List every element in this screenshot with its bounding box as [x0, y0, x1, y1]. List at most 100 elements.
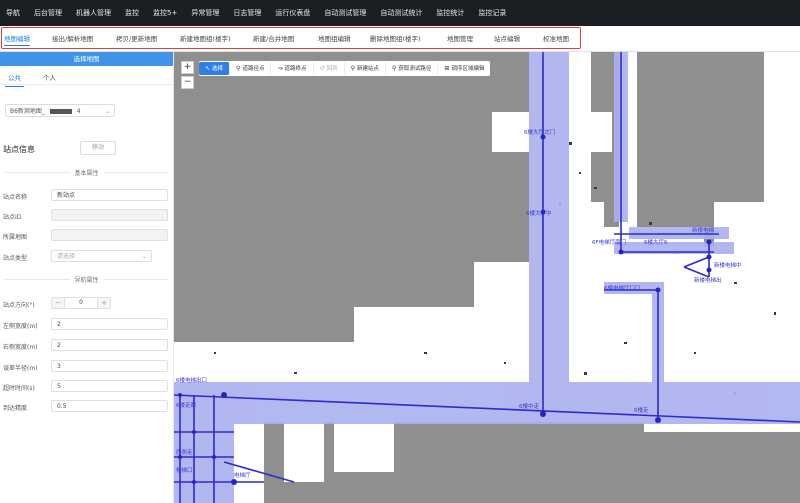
tab-merge-map[interactable]: 新建/合并地图 — [253, 33, 294, 43]
tool-label: 新建站点 — [356, 66, 379, 72]
tool-label: 选择 — [212, 66, 224, 72]
pin-icon: ⚲ — [236, 65, 241, 72]
map-label-0: 6楼大厅北门 — [524, 128, 555, 136]
tool-select[interactable]: ↖ 选择 — [199, 62, 231, 75]
path-icon: ↝ — [277, 65, 283, 72]
nav-item[interactable]: 机器人管理 — [76, 8, 111, 18]
nav-item[interactable]: 后台管理 — [34, 8, 62, 18]
tolerance-input[interactable]: 3 — [51, 360, 168, 372]
right-width-input[interactable]: 2 — [51, 339, 168, 351]
map-label-2: 6F电梯厅南门 — [592, 238, 626, 246]
basic-section-title: 基本属性 — [69, 168, 104, 177]
left-width-input[interactable]: 2 — [51, 318, 168, 330]
map-label-8: 新楼电梯中 — [714, 261, 742, 269]
tab-map-edit[interactable]: 地图编辑 — [4, 33, 30, 46]
redacted-text — [49, 109, 72, 114]
map-label-6: 新楼电梯出 — [694, 276, 722, 284]
direction-stepper[interactable]: − 0 + — [51, 297, 111, 309]
plus-icon[interactable]: + — [97, 298, 110, 308]
zoom-in-button[interactable]: + — [181, 61, 194, 74]
site-info-title: 站点信息 — [3, 145, 35, 154]
site-type-placeholder: 请选择 — [57, 253, 76, 260]
tab-site-edit[interactable]: 站点编辑 — [494, 33, 520, 43]
tool-get-test-path[interactable]: ⚲ 获取测试路径 — [386, 62, 439, 75]
site-type-select[interactable]: 请选择 ⌄ — [51, 250, 152, 262]
map-canvas[interactable]: 6楼大厅北门 6楼大厅中 6F电梯厅南门 6楼大厅6 新楼电梯 6楼电梯厅门口 … — [174, 52, 800, 503]
site-id-label: 站点ID — [3, 214, 22, 221]
tool-road-endpoint[interactable]: ↝ 道路终点 — [271, 62, 314, 75]
tab-export-map[interactable]: 接出/解析地图 — [52, 33, 93, 43]
map-label-4: 新楼电梯 — [692, 226, 715, 234]
tool-label: 获取测试路径 — [398, 66, 432, 72]
location-icon: ⚲ — [391, 65, 397, 72]
zoom-out-button[interactable]: − — [181, 76, 194, 89]
nav-item[interactable]: 自动测试统计 — [380, 8, 422, 18]
timeout-input[interactable]: 5 — [51, 380, 168, 392]
direction-value[interactable]: 0 — [64, 298, 98, 308]
panel-tabs: 公共 个人 — [0, 66, 173, 87]
right-width-label: 右侧宽度(m) — [3, 344, 38, 351]
tab-public[interactable]: 公共 — [5, 72, 24, 87]
map-function-tabs: 地图编辑 接出/解析地图 拷贝/更新地图 新建地图组(楼字) 新建/合并地图 地… — [0, 26, 800, 52]
tool-new-site[interactable]: ⚲ 新建站点 — [345, 62, 386, 75]
tab-delete-map-group[interactable]: 删除地图组(楼字) — [370, 33, 421, 43]
nav-item[interactable]: 监控记录 — [478, 8, 506, 18]
nav-section-title: 导航属性 — [69, 275, 104, 284]
map-label-9: 6楼中走 — [519, 402, 539, 410]
map-input — [51, 229, 168, 241]
map-drawing: 6楼大厅北门 6楼大厅中 6F电梯厅南门 6楼大厅6 新楼电梯 6楼电梯厅门口 … — [174, 52, 800, 503]
undo-icon: ↺ — [319, 65, 325, 72]
site-name-input[interactable]: 新站点 — [51, 189, 168, 201]
tool-undo[interactable]: ↺ 回到 — [314, 62, 345, 75]
site-id-input — [51, 209, 168, 221]
site-name-label: 站点名称 — [3, 194, 28, 201]
nav-item[interactable]: 监控 — [125, 8, 139, 18]
map-select[interactable]: B6新测地图_ 4 ⌄ — [5, 104, 115, 117]
site-panel: 选择地图 公共 个人 B6新测地图_ 4 ⌄ 站点信息 移动 基本属性 站点名称… — [0, 52, 174, 503]
map-select-value: B6新测地图_ — [10, 108, 45, 115]
map-label-1: 6楼大厅中 — [526, 209, 552, 217]
tab-new-map-group[interactable]: 新建地图组(楼字) — [180, 33, 231, 43]
map-label: 所属地图 — [3, 234, 28, 241]
tool-label: 道路径点 — [242, 66, 265, 72]
map-select-suffix: 4 — [76, 108, 81, 115]
tab-map-group-edit[interactable]: 地图组编辑 — [318, 33, 351, 43]
map-label-7: 6楼电梯出口 — [176, 376, 207, 384]
site-type-label: 站点类型 — [3, 255, 28, 262]
map-label-11: 6楼走廊 — [176, 401, 196, 409]
chevron-down-icon: ⌄ — [141, 253, 147, 260]
tab-calibrate-map[interactable]: 校准地图 — [543, 33, 569, 43]
tab-copy-map[interactable]: 拷贝/更新地图 — [116, 33, 157, 43]
panel-title: 选择地图 — [0, 52, 173, 66]
basic-section-divider: 基本属性 — [5, 168, 168, 177]
map-label-14: 电梯厅 — [234, 471, 251, 479]
tool-area-edit[interactable]: ⊞ 调序区域编辑 — [438, 62, 490, 75]
nav-section-divider: 导航属性 — [5, 275, 168, 284]
nav-item[interactable]: 自动测试管理 — [324, 8, 366, 18]
map-label-12: 西侧走 — [176, 448, 193, 456]
location-icon: ⚲ — [350, 65, 355, 72]
tab-personal[interactable]: 个人 — [43, 72, 56, 82]
nav-item[interactable]: 监控统计 — [436, 8, 464, 18]
move-button[interactable]: 移动 — [80, 141, 116, 155]
precision-input[interactable]: 0.5 — [51, 400, 168, 412]
nav-item[interactable]: 导航 — [6, 8, 20, 18]
nav-item[interactable]: 运行仪表盘 — [275, 8, 310, 18]
nav-item[interactable]: 日志管理 — [233, 8, 261, 18]
nav-item[interactable]: 监控5+ — [153, 8, 177, 18]
tool-label: 调序区域编辑 — [451, 66, 485, 72]
tolerance-label: 误差半径(m) — [3, 365, 38, 372]
tool-label: 道路终点 — [284, 66, 307, 72]
tool-label: 回到 — [326, 66, 338, 72]
top-navigation-bar: 导航 后台管理 机器人管理 监控 监控5+ 异常管理 日志管理 运行仪表盘 自动… — [0, 0, 800, 26]
map-label-3: 6楼大厅6 — [644, 238, 668, 246]
map-label-10: 6楼走 — [634, 406, 649, 414]
tab-map-manage[interactable]: 地图管理 — [447, 33, 473, 43]
nav-item[interactable]: 异常管理 — [191, 8, 219, 18]
tool-road-waypoint[interactable]: ⚲ 道路径点 — [230, 62, 272, 75]
timeout-label: 超时时间(s) — [3, 385, 35, 392]
cursor-icon: ↖ — [205, 65, 211, 72]
map-label-13: 楼梯口 — [176, 466, 193, 474]
direction-label: 站点方向(°) — [3, 302, 35, 309]
map-label-5: 6楼电梯厅门口 — [604, 284, 641, 292]
